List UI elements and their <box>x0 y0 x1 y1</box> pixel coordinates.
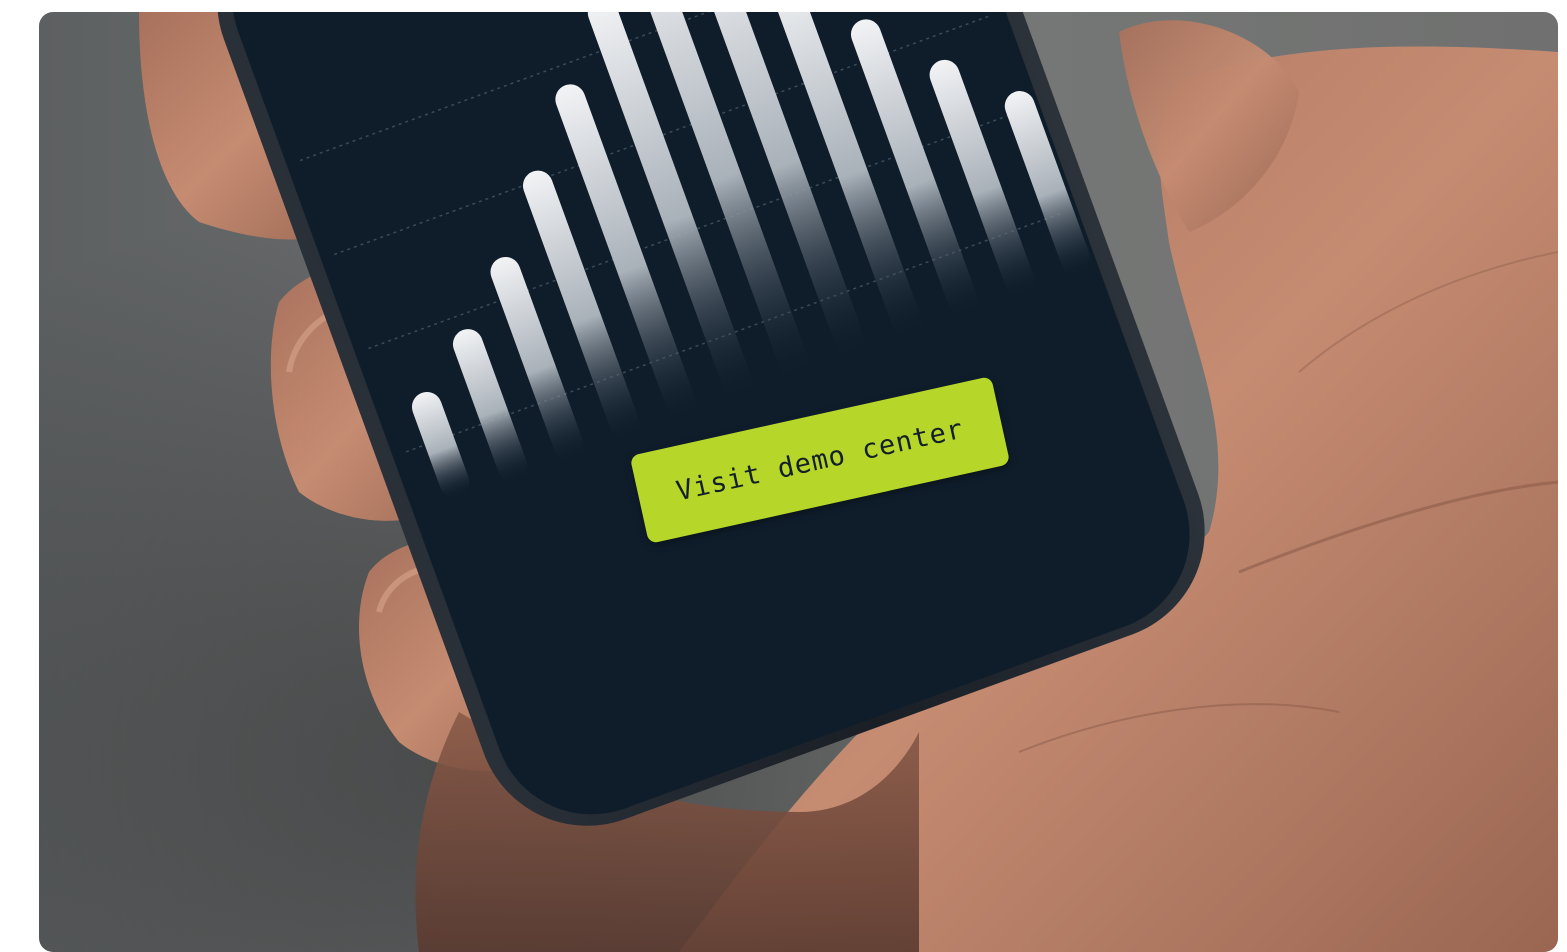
hero-image-card: Visit demo center <box>39 12 1558 952</box>
